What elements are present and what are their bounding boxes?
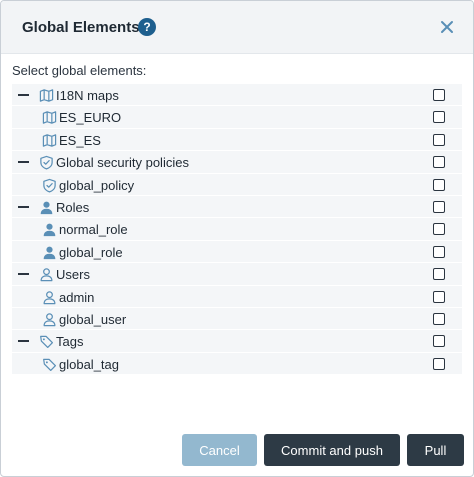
tree-item-label: Roles [56,199,90,215]
tree-item-row[interactable]: global_user [12,307,462,331]
user-icon [42,290,57,305]
tree-group-row[interactable]: Tags [12,330,462,353]
select-checkbox[interactable] [433,156,445,169]
select-checkbox[interactable] [433,245,445,258]
dialog-title: Global Elements [22,19,140,36]
select-checkbox[interactable] [433,89,445,101]
map-icon [42,110,57,125]
tree-item-label: global_role [59,244,123,260]
select-checkbox[interactable] [433,223,445,236]
select-checkbox[interactable] [433,178,445,191]
tree-item-label: ES_ES [59,132,101,148]
collapse-icon[interactable] [18,340,29,342]
tree-item-row[interactable]: global_policy [12,173,462,196]
tag-icon [39,334,54,349]
tag-icon [42,357,57,372]
cancel-button[interactable]: Cancel [182,434,257,466]
tree-item-label: Global security policies [56,155,189,171]
tree-group-row[interactable]: Global security policies [12,151,462,174]
shield-icon [42,178,57,193]
tree-group-row[interactable]: I18N maps [12,84,462,107]
global-elements-tree: I18N maps ES_EURO ES_ES Global security pol… [12,84,462,376]
tree-item-label: Tags [56,334,84,350]
collapse-icon[interactable] [18,161,29,163]
tree-item-label: global_policy [59,177,135,193]
tree-group-row[interactable]: Users [12,263,462,286]
select-checkbox[interactable] [433,335,445,348]
global-elements-dialog: Global Elements ? Select global elements… [0,0,474,477]
close-icon[interactable] [437,17,457,37]
select-checkbox[interactable] [433,312,445,325]
role-icon [39,200,54,215]
tree-item-label: admin [59,289,95,305]
pull-button[interactable]: Pull [407,434,464,466]
tree-item-label: Users [56,267,90,283]
collapse-icon[interactable] [18,205,29,208]
tree-item-row[interactable]: global_role [12,240,462,264]
tree-item-label: normal_role [59,222,128,238]
user-icon [42,312,57,327]
shield-icon [39,155,54,170]
role-icon [42,245,57,260]
tree-item-row[interactable]: global_tag [12,352,462,376]
select-checkbox[interactable] [433,290,445,303]
select-checkbox[interactable] [433,133,445,146]
commit-and-push-button[interactable]: Commit and push [264,434,400,466]
tree-item-label: ES_EURO [59,110,122,126]
collapse-icon[interactable] [18,94,29,96]
tree-item-row[interactable]: ES_ES [12,128,462,152]
collapse-icon[interactable] [18,273,29,275]
dialog-header: Global Elements ? [1,1,473,54]
role-icon [42,222,57,237]
map-icon [42,133,57,148]
select-checkbox[interactable] [433,268,445,281]
tree-group-row[interactable]: Roles [12,195,462,219]
tree-item-label: global_user [59,311,127,327]
tree-item-row[interactable]: ES_EURO [12,106,462,129]
select-checkbox[interactable] [433,357,445,370]
select-prompt: Select global elements: [12,63,147,78]
map-icon [39,88,54,103]
tree-item-row[interactable]: normal_role [12,218,462,241]
tree-item-label: I18N maps [56,88,119,103]
help-icon[interactable]: ? [138,18,156,36]
select-checkbox[interactable] [433,111,445,124]
tree-item-row[interactable]: admin [12,285,462,308]
select-checkbox[interactable] [433,200,445,213]
user-icon [39,267,54,282]
tree-item-label: global_tag [59,356,119,372]
